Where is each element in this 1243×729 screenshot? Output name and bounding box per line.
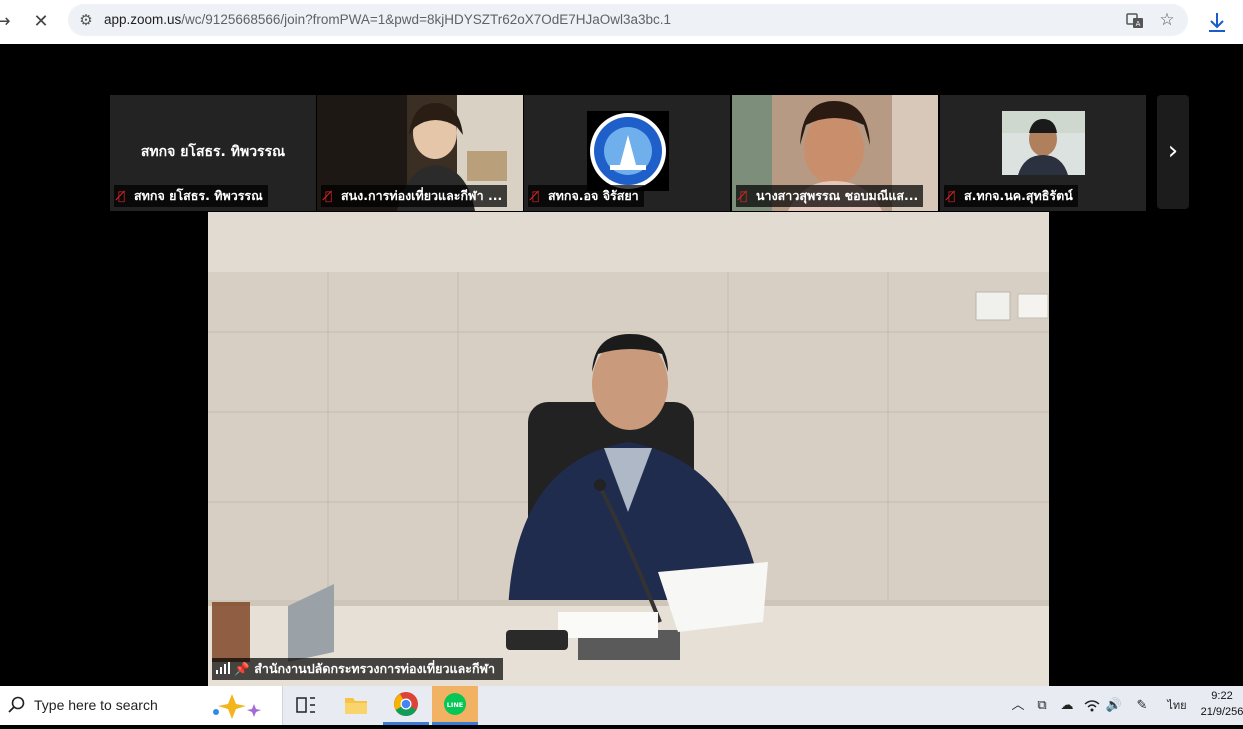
clock-time: 9:22 bbox=[1211, 690, 1233, 702]
speaker-video-frame bbox=[208, 212, 1049, 686]
pin-icon: 📌 bbox=[234, 661, 250, 676]
chrome-icon bbox=[394, 692, 418, 717]
pen-icon[interactable]: ✎ bbox=[1132, 686, 1152, 725]
system-clock[interactable]: 9:22 21/9/256 bbox=[1198, 688, 1243, 720]
chevron-up-icon[interactable]: ︿ bbox=[1008, 686, 1028, 725]
close-icon[interactable]: ✕ bbox=[26, 7, 56, 37]
svg-text:A: A bbox=[1136, 20, 1141, 28]
signal-strength-icon bbox=[216, 661, 230, 676]
participant-tile[interactable]: 🎙̸ ส.ทกจ.นค.สุทธิรัตน์ bbox=[940, 95, 1146, 211]
file-explorer-button[interactable] bbox=[333, 686, 379, 725]
participant-name: นางสาวสุพรรณ ชอบมณีแส... bbox=[756, 188, 919, 203]
meet-now-icon[interactable]: ⧉ bbox=[1032, 686, 1052, 725]
bookmark-star-icon[interactable]: ☆ bbox=[1155, 4, 1179, 36]
participant-name: สทกจ ยโสธร. ทิพวรรณ bbox=[134, 188, 263, 203]
mic-muted-icon: 🎙̸ bbox=[740, 189, 748, 203]
participant-tile[interactable]: 🎙̸ สนง.การท่องเที่ยวและกีฬา ... bbox=[317, 95, 523, 211]
meeting-top-bar bbox=[0, 44, 1243, 94]
chrome-taskbar-button[interactable] bbox=[383, 686, 429, 725]
url-text[interactable]: app.zoom.us/wc/9125668566/join?fromPWA=1… bbox=[104, 4, 671, 36]
participant-name: สทกจ.อจ จิรัสยา bbox=[548, 188, 639, 203]
speaker-volume-icon[interactable]: 🔊 bbox=[1104, 686, 1124, 725]
cloud-off-icon[interactable]: ☁ bbox=[1056, 686, 1078, 725]
line-taskbar-button[interactable]: LINE bbox=[432, 686, 478, 725]
download-icon[interactable] bbox=[1203, 7, 1231, 37]
forward-arrow-icon[interactable]: → bbox=[0, 7, 18, 37]
site-settings-icon[interactable]: ⚙ bbox=[74, 4, 98, 36]
participant-name-label: 🎙̸ ส.ทกจ.นค.สุทธิรัตน์ bbox=[944, 185, 1078, 207]
participant-name-display: สทกจ ยโสธร. ทิพวรรณ bbox=[140, 144, 286, 160]
translate-icon[interactable]: A bbox=[1123, 4, 1147, 36]
participant-name-label: 🎙̸ สทกจ.อจ จิรัสยา bbox=[528, 185, 644, 207]
gallery-next-button[interactable]: › bbox=[1157, 95, 1189, 209]
participant-name: ส.ทกจ.นค.สุทธิรัตน์ bbox=[964, 188, 1073, 203]
mic-muted-icon: 🎙̸ bbox=[118, 189, 126, 203]
participant-tile[interactable]: 🎙̸ สทกจ.อจ จิรัสยา bbox=[524, 95, 730, 211]
participant-name-label: 🎙̸ สทกจ ยโสธร. ทิพวรรณ bbox=[114, 185, 268, 207]
line-app-icon: LINE bbox=[444, 693, 466, 715]
address-bar[interactable]: ⚙ app.zoom.us/wc/9125668566/join?fromPWA… bbox=[68, 4, 1188, 36]
task-view-button[interactable] bbox=[283, 686, 329, 725]
participant-name-label: 🎙̸ สนง.การท่องเที่ยวและกีฬา ... bbox=[321, 185, 508, 207]
participant-name-label: 🎙̸ นางสาวสุพรรณ ชอบมณีแส... bbox=[736, 185, 924, 207]
search-icon bbox=[8, 696, 26, 718]
search-placeholder: Type here to search bbox=[34, 697, 158, 713]
chevron-right-icon: › bbox=[1167, 136, 1179, 166]
url-path: /wc/9125668566/join?fromPWA=1&pwd=8kjHDY… bbox=[181, 12, 672, 27]
input-language-indicator[interactable]: ไทย bbox=[1164, 686, 1190, 725]
participant-name: สนง.การท่องเที่ยวและกีฬา ... bbox=[341, 188, 503, 203]
taskbar-search[interactable]: Type here to search bbox=[0, 686, 283, 725]
speaker-name-label: 📌 สำนักงานปลัดกระทรวงการท่องเที่ยวและกีฬ… bbox=[212, 658, 504, 680]
svg-text:LINE: LINE bbox=[447, 701, 463, 709]
windows-taskbar: Type here to search LINE ︿ ⧉ ☁ 🔊 ✎ ไทย 9… bbox=[0, 686, 1243, 725]
participant-tile[interactable]: สทกจ ยโสธร. ทิพวรรณ 🎙̸ สทกจ ยโสธร. ทิพวรร… bbox=[110, 95, 316, 211]
mic-muted-icon: 🎙̸ bbox=[532, 189, 540, 203]
participant-tile[interactable]: 🎙̸ นางสาวสุพรรณ ชอบมณีแส... bbox=[732, 95, 938, 211]
folder-icon bbox=[345, 698, 367, 714]
clock-date: 21/9/256 bbox=[1200, 706, 1243, 718]
sparkle-icon[interactable] bbox=[210, 692, 268, 724]
active-speaker-video[interactable]: 📌 สำนักงานปลัดกระทรวงการท่องเที่ยวและกีฬ… bbox=[208, 212, 1049, 686]
mic-muted-icon: 🎙̸ bbox=[948, 189, 956, 203]
url-domain: app.zoom.us bbox=[104, 12, 182, 27]
browser-toolbar: → ✕ ⚙ app.zoom.us/wc/9125668566/join?fro… bbox=[0, 0, 1243, 44]
wifi-icon[interactable] bbox=[1082, 686, 1102, 725]
speaker-name: สำนักงานปลัดกระทรวงการท่องเที่ยวและกีฬา bbox=[254, 661, 496, 676]
mic-muted-icon: 🎙̸ bbox=[325, 189, 333, 203]
